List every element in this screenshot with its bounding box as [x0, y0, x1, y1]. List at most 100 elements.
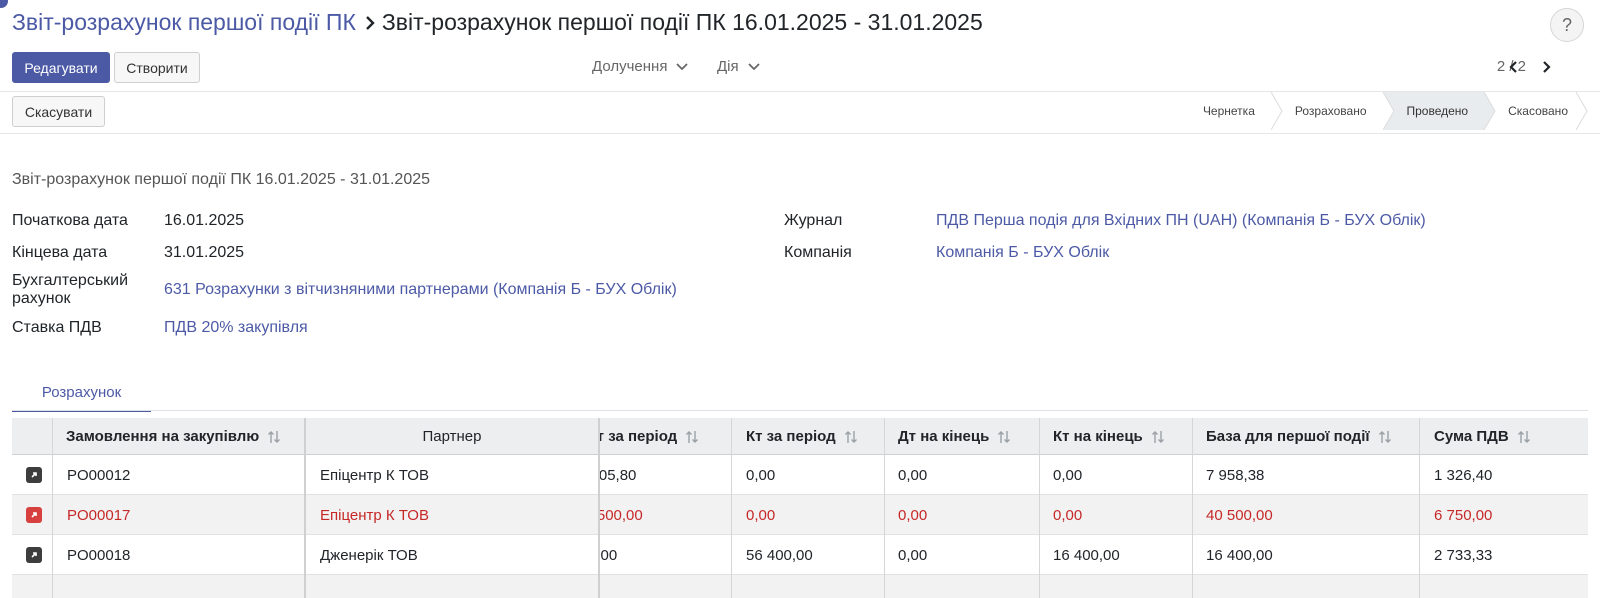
column-header-debit-period[interactable]: Дт за період	[586, 418, 699, 455]
chevron-down-icon	[747, 62, 760, 70]
start-date-label: Початкова дата	[12, 212, 128, 229]
account-label: Бухгалтерський рахунок	[12, 272, 129, 307]
column-divider	[52, 418, 53, 598]
breadcrumb-current: Звіт-розрахунок першої події ПК 16.01.20…	[381, 9, 983, 35]
pager-prev-icon[interactable]	[1506, 58, 1522, 76]
cell-partner: Епіцентр К ТОВ	[320, 506, 429, 524]
journal-label: Журнал	[784, 212, 843, 229]
sort-icon[interactable]	[1517, 429, 1531, 445]
column-divider	[1192, 418, 1193, 598]
stage-label: Проведено	[1406, 104, 1469, 118]
column-header-label: Сума ПДВ	[1434, 428, 1509, 445]
column-header-label: Дт на кінець	[898, 428, 990, 445]
stage-label: Скасовано	[1508, 104, 1568, 118]
account-link[interactable]: 631 Розрахунки з вітчизняними партнерами…	[164, 281, 677, 299]
external-link-icon[interactable]	[26, 507, 42, 523]
journal-link[interactable]: ПДВ Перша подія для Вхідних ПН (UAH) (Ко…	[936, 212, 1426, 230]
cell-credit-end: 0,00	[1053, 506, 1083, 524]
cell-partner: Епіцентр К ТОВ	[320, 466, 429, 484]
cell-order[interactable]: PO00012	[67, 455, 130, 495]
sort-icon[interactable]	[1151, 429, 1165, 445]
chevron-down-icon	[676, 62, 689, 70]
tab-calculation[interactable]: Розрахунок	[12, 375, 151, 412]
column-divider	[1039, 418, 1040, 598]
edit-button[interactable]: Редагувати	[12, 52, 110, 83]
stage-label: Розраховано	[1294, 104, 1367, 118]
sort-icon[interactable]	[685, 429, 699, 445]
sort-icon[interactable]	[844, 429, 858, 445]
column-divider	[1419, 418, 1420, 598]
column-header-label: Кт на кінець	[1053, 428, 1143, 445]
cell-order[interactable]: PO00017	[67, 495, 130, 535]
calculation-table: Дт за період Кт за період Дт на кінець К…	[12, 418, 1588, 598]
stage-label: Чернетка	[1202, 104, 1255, 118]
stage-posted[interactable]: Проведено	[1382, 92, 1496, 130]
cell-base: 7 958,38	[1206, 466, 1265, 484]
column-header-vat[interactable]: Сума ПДВ	[1434, 418, 1531, 455]
column-header-credit-period[interactable]: Кт за період	[746, 418, 858, 455]
cell-order[interactable]: PO00018	[67, 535, 130, 575]
stage-arrow	[1270, 92, 1283, 130]
cell-vat: 1 326,40	[1434, 466, 1493, 484]
cell-credit-end: 0,00	[1053, 466, 1083, 484]
stage-arrow	[1576, 92, 1588, 130]
cell-base: 40 500,00	[1206, 506, 1273, 524]
external-link-icon[interactable]	[26, 547, 42, 563]
cell-partner: Дженерік ТОВ	[320, 546, 418, 564]
breadcrumb: Звіт-розрахунок першої події ПК Звіт-роз…	[12, 9, 983, 36]
create-button[interactable]: Створити	[114, 52, 200, 83]
attachments-dropdown-label: Долучення	[592, 58, 668, 75]
column-header-order[interactable]: Замовлення на закупівлю	[66, 418, 281, 455]
divider	[0, 133, 1600, 134]
cell-vat: 6 750,00	[1434, 506, 1493, 524]
stage-cancelled[interactable]: Скасовано	[1484, 92, 1588, 130]
help-button[interactable]: ?	[1550, 8, 1584, 42]
tab-divider	[12, 410, 1588, 411]
column-divider	[731, 418, 732, 598]
action-dropdown-label: Дія	[717, 58, 739, 75]
cell-debit-end: 0,00	[898, 546, 928, 564]
column-header-label: База для першої події	[1206, 428, 1370, 445]
column-header-debit-end[interactable]: Дт на кінець	[898, 418, 1011, 455]
frozen-columns: Замовлення на закупівлю Партнер PO00012 …	[12, 418, 600, 598]
column-header-credit-end[interactable]: Кт на кінець	[1053, 418, 1165, 455]
column-divider	[884, 418, 885, 598]
action-dropdown[interactable]: Дія	[717, 58, 761, 75]
cell-vat: 2 733,33	[1434, 546, 1493, 564]
stage-arrow	[1382, 92, 1395, 130]
cell-base: 16 400,00	[1206, 546, 1273, 564]
cell-credit-period: 0,00	[746, 466, 776, 484]
cell-debit-end: 0,00	[898, 466, 928, 484]
pager-next-icon[interactable]	[1538, 58, 1554, 76]
record-title: Звіт-розрахунок першої події ПК 16.01.20…	[12, 171, 431, 188]
start-date-value: 16.01.2025	[164, 212, 245, 229]
company-link[interactable]: Компанія Б - БУХ Облік	[936, 244, 1109, 262]
stage-calculated[interactable]: Розраховано	[1270, 92, 1395, 130]
stage-draft[interactable]: Чернетка	[1178, 92, 1283, 130]
column-header-partner[interactable]: Партнер	[306, 418, 598, 455]
corner-indicator	[0, 0, 8, 8]
sort-icon[interactable]	[267, 429, 281, 445]
sort-icon[interactable]	[997, 429, 1011, 445]
breadcrumb-parent-link[interactable]: Звіт-розрахунок першої події ПК	[12, 9, 356, 36]
column-divider	[304, 418, 306, 598]
chevron-right-icon	[364, 15, 376, 31]
vat-rate-label: Ставка ПДВ	[12, 319, 102, 336]
end-date-value: 31.01.2025	[164, 244, 245, 261]
cell-credit-period: 56 400,00	[746, 546, 813, 564]
company-label: Компанія	[784, 244, 852, 261]
external-link-icon[interactable]	[26, 467, 42, 483]
cell-debit-end: 0,00	[898, 506, 928, 524]
sort-icon[interactable]	[1378, 429, 1392, 445]
column-header-label: Кт за період	[746, 428, 836, 445]
cancel-button[interactable]: Скасувати	[12, 96, 105, 127]
cell-credit-period: 0,00	[746, 506, 776, 524]
vat-rate-link[interactable]: ПДВ 20% закупівля	[164, 319, 308, 337]
stage-arrow	[1484, 92, 1496, 130]
end-date-label: Кінцева дата	[12, 244, 108, 261]
attachments-dropdown[interactable]: Долучення	[592, 58, 689, 75]
status-bar: Чернетка Розраховано Проведено Скасовано	[1178, 92, 1588, 130]
cell-credit-end: 16 400,00	[1053, 546, 1120, 564]
column-header-label: Замовлення на закупівлю	[66, 428, 260, 445]
column-header-base[interactable]: База для першої події	[1206, 418, 1392, 455]
